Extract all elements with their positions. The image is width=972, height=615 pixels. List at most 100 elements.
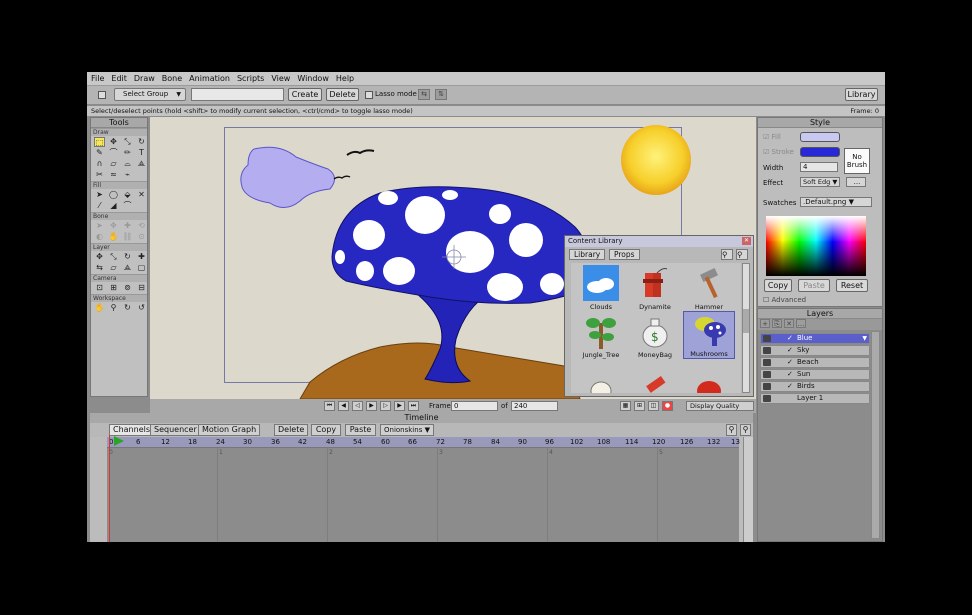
record-icon[interactable]: ● [662,401,673,411]
warp-icon[interactable]: ⌁ [122,170,133,180]
playhead[interactable] [109,435,110,542]
select-points-icon[interactable]: ⬚ [94,137,105,147]
zoom-out-icon[interactable]: ⚲ [740,424,751,436]
bone-strength-icon[interactable]: ◐ [94,232,105,242]
select-bone-icon[interactable]: ➤ [94,221,105,231]
layer-row[interactable]: ✓ Beach [760,357,870,368]
timeline-delete-button[interactable]: Delete [274,424,308,436]
library-button[interactable]: Library [845,88,878,101]
rotate-points-icon[interactable]: ↻ [136,137,147,147]
play-marker-icon[interactable] [113,435,125,447]
layer-rotate-icon[interactable]: ↻ [122,252,133,262]
perspective-icon[interactable]: ⟁ [136,159,147,169]
camera-track-icon[interactable]: ⊡ [94,283,105,293]
view-toggle-icon[interactable]: ▦ [620,401,631,411]
translate-points-icon[interactable]: ✥ [108,137,119,147]
eye-icon[interactable] [763,383,771,390]
new-layer-icon[interactable]: + [760,319,770,328]
layer-shear-icon[interactable]: ▱ [108,263,119,273]
timeline-paste-button[interactable]: Paste [345,424,376,436]
lasso-mode-checkbox[interactable] [365,91,373,99]
display-quality-dropdown[interactable]: Display Quality [686,401,754,411]
layer-flip-icon[interactable]: ⇆ [94,263,105,273]
fill-checkbox[interactable]: ☑ Fill [763,133,781,141]
onionskins-dropdown[interactable]: Onionskins ▼ [380,424,434,436]
effect-more-button[interactable]: ... [846,177,866,187]
hide-edge-icon[interactable]: ⌒ [122,201,133,211]
layer-translate-icon[interactable]: ✥ [94,252,105,262]
timeline-tracks[interactable]: 0 1 2 3 4 5 [107,447,739,542]
eye-icon[interactable] [763,359,771,366]
add-point-icon[interactable]: ✎ [94,148,105,158]
text-icon[interactable]: T [136,148,147,158]
bind-layer-icon[interactable]: ⛓ [122,232,133,242]
bend-icon[interactable]: ⌓ [122,159,133,169]
layer-row[interactable]: ✓ Birds [760,381,870,392]
library-item-partial[interactable] [575,363,627,393]
frame-field[interactable]: 0 [451,401,498,411]
reparent-bone-icon[interactable]: ⟲ [136,221,147,231]
bind-points-icon[interactable]: ⊙ [136,232,147,242]
stroke-checkbox[interactable]: ☑ Stroke [763,148,794,156]
select-checkbox[interactable] [98,91,106,99]
layer-row[interactable]: Layer 1 [760,393,870,404]
freehand-icon[interactable]: ✏ [122,148,133,158]
timeline-ruler[interactable]: 0 6 12 18 24 30 36 42 48 54 60 66 72 78 … [107,437,740,447]
library-item-mushrooms[interactable]: Mushrooms [683,311,735,359]
end-frame-field[interactable]: 240 [511,401,558,411]
layer-row[interactable]: ✓ Blue ▼ [760,333,870,344]
menu-bone[interactable]: Bone [162,74,182,83]
library-item-dynamite[interactable]: Dynamite [629,265,681,311]
library-item-jungle-tree[interactable]: Jungle_Tree [575,313,627,359]
brush-selector[interactable]: No Brush [844,148,870,174]
camera-zoom-icon[interactable]: ⊞ [108,283,119,293]
style-reset-button[interactable]: Reset [836,279,868,292]
prev-key-icon[interactable]: ◁ [352,401,363,411]
library-item-partial[interactable] [683,363,735,393]
create-shape-icon[interactable]: ◯ [108,190,119,200]
eye-icon[interactable] [763,371,771,378]
swatches-dropdown[interactable]: .Default.png ▼ [800,197,872,207]
tab-sequencer[interactable]: Sequencer [150,424,201,436]
eye-icon[interactable] [763,335,771,342]
layer-misc-icon[interactable]: ▢ [136,263,147,273]
camera-pan-icon[interactable]: ⊟ [136,283,147,293]
shear-icon[interactable]: ▱ [108,159,119,169]
layer-row[interactable]: ✓ Sun [760,369,870,380]
style-copy-button[interactable]: Copy [764,279,792,292]
layer-row[interactable]: ✓ Sky [760,345,870,356]
menu-animation[interactable]: Animation [189,74,230,83]
tab-motion-graph[interactable]: Motion Graph [198,424,261,436]
prev-frame-icon[interactable]: ◀ [338,401,349,411]
create-button[interactable]: Create [288,88,322,101]
tab-library[interactable]: Library [569,249,606,260]
manipulate-bones-icon[interactable]: ✋ [108,232,119,242]
zoom-icon[interactable]: ⚲ [108,303,119,313]
group-name-input[interactable] [191,88,284,101]
translate-bone-icon[interactable]: ✥ [108,221,119,231]
menu-view[interactable]: View [271,74,290,83]
next-key-icon[interactable]: ▷ [380,401,391,411]
grid-icon[interactable]: ⊞ [634,401,645,411]
first-frame-icon[interactable]: ⏮ [324,401,335,411]
menu-edit[interactable]: Edit [111,74,127,83]
library-item-hammer[interactable]: Hammer [683,265,735,311]
magnet-icon[interactable]: ∩ [94,159,105,169]
tab-props[interactable]: Props [609,249,640,260]
onion-icon[interactable]: ◫ [648,401,659,411]
menu-window[interactable]: Window [297,74,329,83]
line-width-icon[interactable]: ◢ [108,201,119,211]
fill-color-swatch[interactable] [800,132,840,142]
delete-shape-icon[interactable]: ✕ [136,190,147,200]
menu-draw[interactable]: Draw [134,74,155,83]
timeline-copy-button[interactable]: Copy [311,424,341,436]
delete-layer-icon[interactable]: ✕ [784,319,794,328]
hand-icon[interactable]: ✋ [94,303,105,313]
noise-icon[interactable]: ≈ [108,170,119,180]
scale-points-icon[interactable]: ⤡ [122,137,133,147]
content-library-scrollbar[interactable] [742,263,750,393]
timeline-scrollbar[interactable] [743,437,753,542]
play-icon[interactable]: ▶ [366,401,377,411]
curvature-icon[interactable]: ⌒ [108,148,119,158]
chevron-down-icon[interactable]: ▼ [862,334,867,343]
